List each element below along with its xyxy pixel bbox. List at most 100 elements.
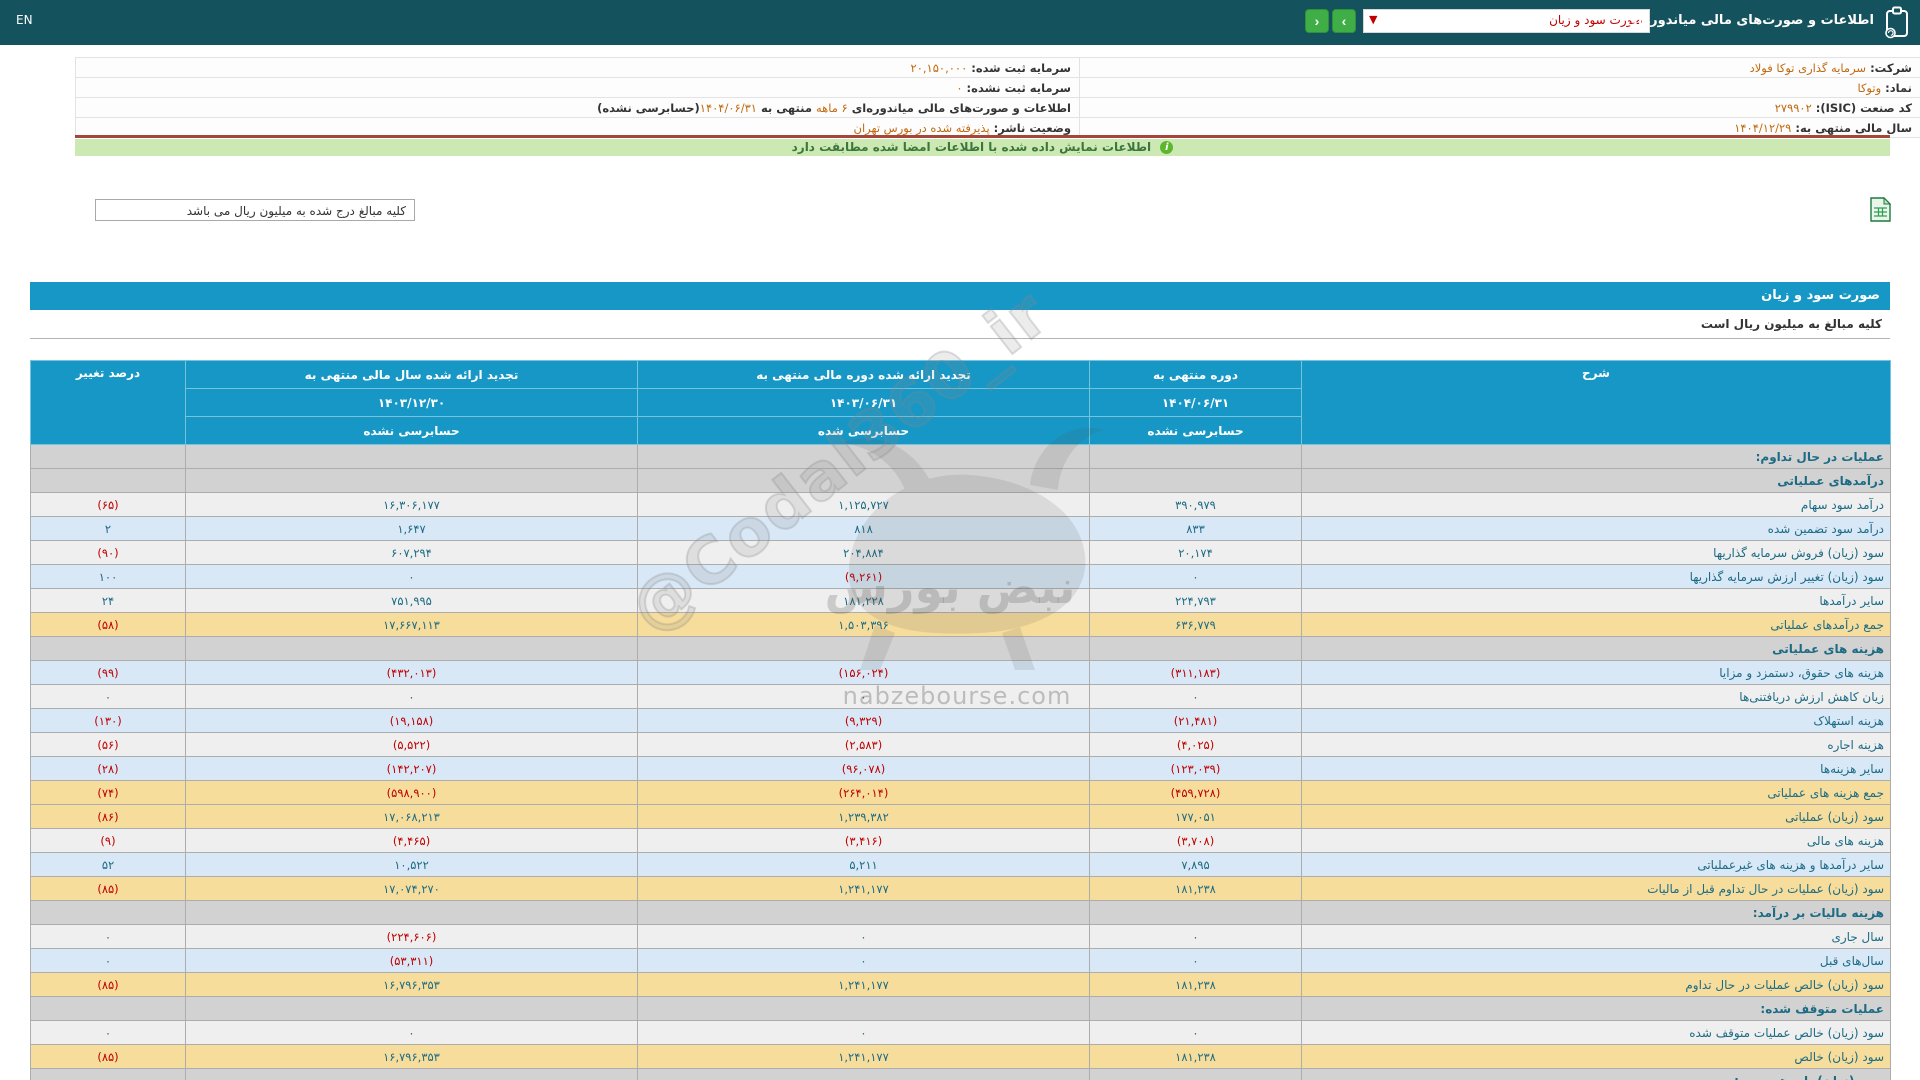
empty-cell — [637, 444, 1090, 469]
statement-title-bar: صورت سود و زیان — [30, 282, 1890, 310]
amount-unit-select[interactable]: کلیه مبالغ درج شده به میلیون ریال می باش… — [95, 199, 415, 221]
value-cell: (۵۸) — [30, 612, 186, 637]
value-cell: ۱۰,۵۲۲ — [185, 852, 638, 877]
value-cell: ۱۷,۶۶۷,۱۱۳ — [185, 612, 638, 637]
value-cell: (۲۱,۴۸۱) — [1089, 708, 1302, 733]
info-icon: i — [1160, 141, 1174, 154]
empty-cell — [637, 996, 1090, 1021]
info-label: کد صنعت (ISIC): — [1811, 100, 1912, 115]
column-date-current: ۱۴۰۴/۰۶/۳۱ — [1089, 388, 1302, 417]
value-cell: (۲۸) — [30, 756, 186, 781]
row-label: سود (زیان) خالص — [1301, 1044, 1891, 1069]
empty-cell — [637, 900, 1090, 925]
value-cell: ۵,۲۱۱ — [637, 852, 1090, 877]
profit-loss-table: شرح دوره منتهی به تجدید ارائه شده دوره م… — [30, 360, 1891, 1080]
info-value: وتوکا — [1857, 80, 1882, 95]
data-row: سود (زیان) عملیات در حال تداوم قبل از ما… — [30, 876, 1891, 901]
data-row: سود (زیان) عملیاتی ۱۷۷,۰۵۱ ۱,۲۳۹,۳۸۲ ۱۷,۰۶۸… — [30, 804, 1891, 829]
company-info-right-cell: شرکت: سرمایه گذاری توکا فولاد — [1079, 57, 1920, 78]
empty-cell — [185, 1068, 638, 1080]
statement-units-note: کلیه مبالغ به میلیون ریال است — [30, 310, 1890, 339]
value-cell: ۰ — [30, 1020, 186, 1045]
value-cell: (۲۲۴,۶۰۶) — [185, 924, 638, 949]
row-label: جمع هزینه های عملیاتی — [1301, 780, 1891, 805]
data-row: زیان کاهش ارزش دریافتنی‌ها ۰ ۰ ۰ ۰ — [30, 684, 1891, 709]
empty-cell — [1089, 1068, 1302, 1080]
prev-statement-button[interactable]: ‹ — [1305, 9, 1329, 33]
column-header-restated-period: تجدید ارائه شده دوره مالی منتهی به — [637, 360, 1090, 389]
section-row: عملیات متوقف شده: — [30, 996, 1891, 1021]
value-cell: (۱۹,۱۵۸) — [185, 708, 638, 733]
value-cell: ۱,۲۴۱,۱۷۷ — [637, 1044, 1090, 1069]
info-value: پذیرفته شده در بورس تهران — [853, 120, 990, 135]
value-cell: ۱۸۱,۲۲۸ — [637, 588, 1090, 613]
language-toggle-en[interactable]: EN — [16, 13, 33, 27]
export-excel-icon[interactable] — [1870, 196, 1892, 226]
column-audit-restated-period: حسابرسی شده — [637, 416, 1090, 445]
value-cell: ۱۸۱,۲۳۸ — [1089, 876, 1302, 901]
data-row: سایر درآمدها ۲۲۴,۷۹۳ ۱۸۱,۲۲۸ ۷۵۱,۹۹۵ ۲۴ — [30, 588, 1891, 613]
value-cell: ۲۰۴,۸۸۴ — [637, 540, 1090, 565]
value-cell: (۹۶,۰۷۸) — [637, 756, 1090, 781]
row-label: عملیات متوقف شده: — [1301, 996, 1891, 1021]
empty-cell — [30, 444, 186, 469]
empty-cell — [30, 1068, 186, 1080]
value-cell: ۱,۱۲۵,۷۲۷ — [637, 492, 1090, 517]
empty-cell — [30, 636, 186, 661]
data-row: سال جاری ۰ ۰ (۲۲۴,۶۰۶) ۰ — [30, 924, 1891, 949]
data-row: جمع هزینه های عملیاتی (۴۵۹,۷۲۸) (۲۶۴,۰۱۴)(… — [30, 780, 1891, 805]
info-label: نماد: — [1881, 80, 1912, 95]
data-row: سایر درآمدها و هزینه های غیرعملیاتی ۷,۸۹۵… — [30, 852, 1891, 877]
value-cell: (۹) — [30, 828, 186, 853]
value-cell: ۰ — [637, 948, 1090, 973]
value-cell: (۳۱۱,۱۸۳) — [1089, 660, 1302, 685]
next-statement-button[interactable]: › — [1332, 9, 1356, 33]
value-cell: ۶۳۶,۷۷۹ — [1089, 612, 1302, 637]
value-cell: (۱۴۲,۲۰۷) — [185, 756, 638, 781]
value-cell: ۱,۶۴۷ — [185, 516, 638, 541]
empty-cell — [185, 444, 638, 469]
info-value: ۲۰,۱۵۰,۰۰۰ — [910, 60, 968, 75]
value-cell: ۱۸۱,۲۳۸ — [1089, 1044, 1302, 1069]
codal-financial-statement-page: EN ‹ › ▼ صورت سود و زیان اطلاعات و صورت‌… — [0, 0, 1920, 1080]
value-cell: (۹۹) — [30, 660, 186, 685]
row-label: هزینه های مالی — [1301, 828, 1891, 853]
statement-type-select[interactable]: ▼ صورت سود و زیان — [1363, 9, 1650, 33]
value-cell: ۰ — [185, 684, 638, 709]
value-cell: (۸۵) — [30, 1044, 186, 1069]
value-cell: (۲۶۴,۰۱۴) — [637, 780, 1090, 805]
company-info-right-cell: نماد: وتوکا — [1079, 77, 1920, 98]
value-cell: (۵۶) — [30, 732, 186, 757]
value-cell: ۳۹۰,۹۷۹ — [1089, 492, 1302, 517]
signed-info-notice: i اطلاعات نمایش داده شده با اطلاعات امضا… — [75, 139, 1890, 156]
row-label: سود (زیان) تغییر ارزش سرمایه گذاریها — [1301, 564, 1891, 589]
value-cell: ۱,۲۴۱,۱۷۷ — [637, 972, 1090, 997]
info-value: ۶ ماهه — [815, 100, 848, 115]
empty-cell — [30, 996, 186, 1021]
empty-cell — [185, 468, 638, 493]
value-cell: (۹۰) — [30, 540, 186, 565]
info-label: سال مالی منتهی به: — [1791, 120, 1912, 135]
data-row: سود (زیان) خالص عملیات متوقف شده ۰ ۰ ۰ ۰ — [30, 1020, 1891, 1045]
empty-cell — [185, 636, 638, 661]
info-label: سرمایه ثبت نشده: — [962, 80, 1071, 95]
value-cell: (۳,۷۰۸) — [1089, 828, 1302, 853]
value-cell: (۱۲۳,۰۳۹) — [1089, 756, 1302, 781]
section-row: هزینه های عملیاتی — [30, 636, 1891, 661]
value-cell: ۱,۵۰۳,۳۹۶ — [637, 612, 1090, 637]
value-cell: ۰ — [637, 684, 1090, 709]
section-row: عملیات در حال تداوم: — [30, 444, 1891, 469]
value-cell: ۱۷۷,۰۵۱ — [1089, 804, 1302, 829]
value-cell: ۱۶,۳۰۶,۱۷۷ — [185, 492, 638, 517]
row-label: سود (زیان) عملیاتی — [1301, 804, 1891, 829]
info-label: وضعیت ناشر: — [989, 120, 1071, 135]
value-cell: ۷۵۱,۹۹۵ — [185, 588, 638, 613]
data-row: هزینه اجاره (۴,۰۲۵) (۲,۵۸۳) (۵,۵۲۲) (۵۶) — [30, 732, 1891, 757]
value-cell: ۱,۲۴۱,۱۷۷ — [637, 876, 1090, 901]
data-row: سود (زیان) فروش سرمایه گذاریها ۲۰,۱۷۴ ۲۰۴,… — [30, 540, 1891, 565]
value-cell: (۸۶) — [30, 804, 186, 829]
empty-cell — [30, 900, 186, 925]
value-cell: (۱۵۶,۰۲۴) — [637, 660, 1090, 685]
info-value: سرمایه گذاری توکا فولاد — [1749, 60, 1867, 75]
page-title: اطلاعات و صورت‌های مالی میاندوره‌ای — [1626, 13, 1874, 28]
